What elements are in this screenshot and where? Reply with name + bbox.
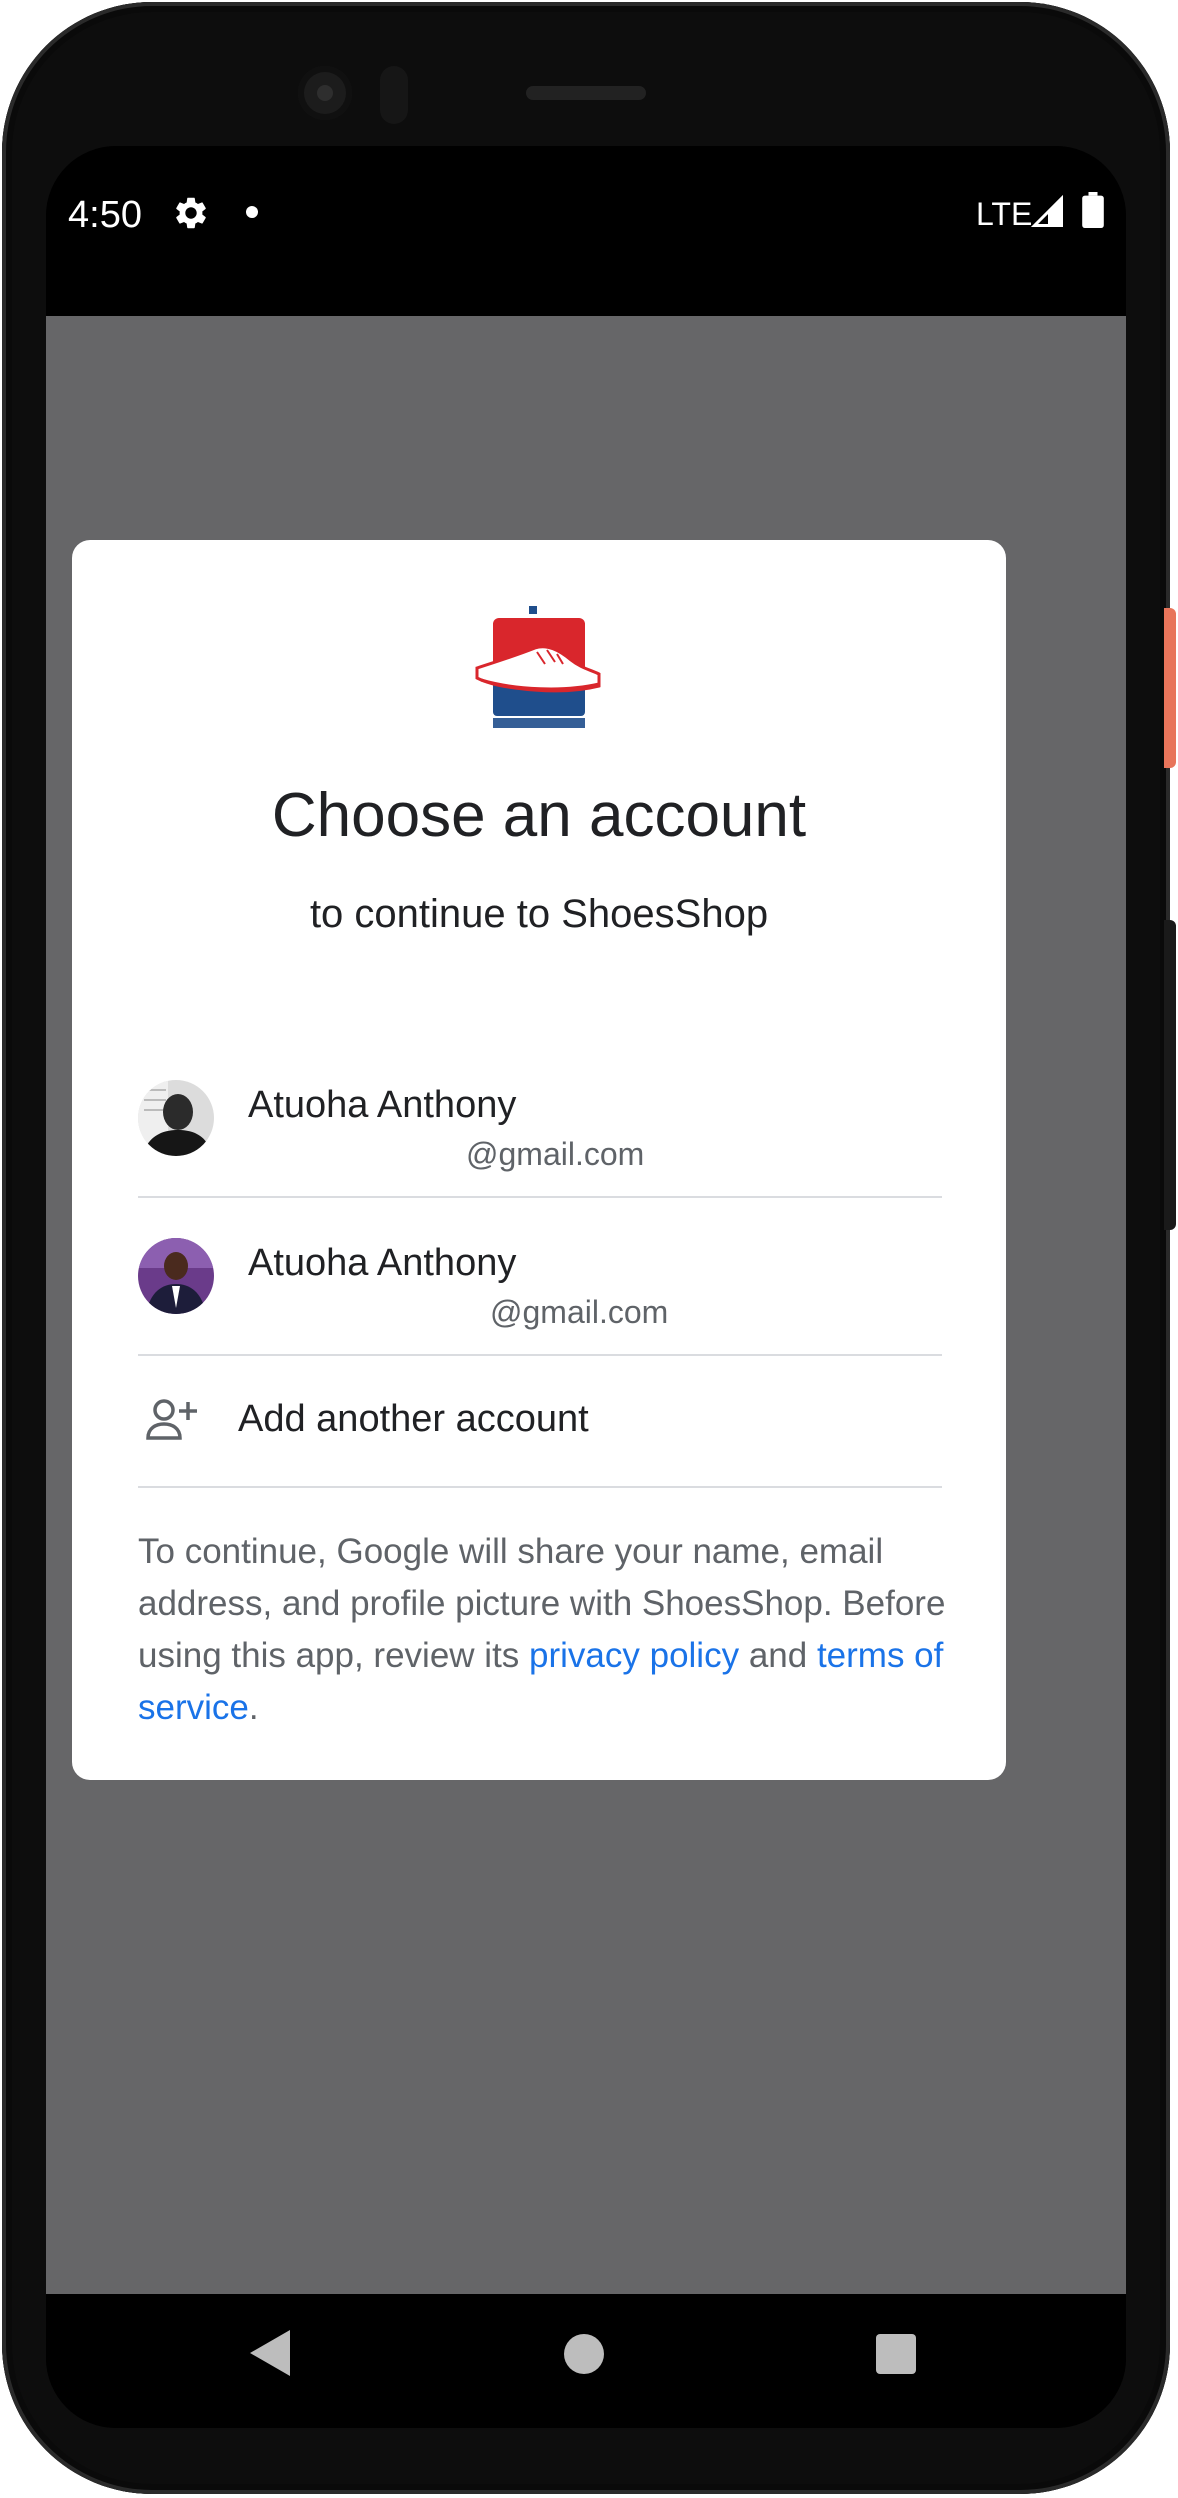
consent-text-end: . [248, 1688, 259, 1727]
navigation-bar [46, 2294, 1126, 2428]
shoesshop-logo [475, 606, 601, 728]
privacy-policy-link[interactable]: privacy policy [529, 1636, 739, 1675]
network-type: LTE [976, 196, 1033, 232]
add-account-label: Add another account [238, 1398, 589, 1440]
settings-icon [176, 197, 206, 229]
avatar [138, 1238, 214, 1314]
proximity-sensor [380, 66, 408, 124]
account-name: Atuoha Anthony [248, 1084, 517, 1126]
status-bar: 4:50 LTE [46, 146, 1126, 316]
power-button [1164, 608, 1176, 768]
account-name: Atuoha Anthony [248, 1242, 517, 1284]
dialog-subtitle: to continue to ShoesShop [309, 892, 769, 936]
divider [138, 1486, 942, 1488]
volume-button [1164, 920, 1176, 1230]
dialog-title: Choose an account [271, 781, 807, 850]
notification-dot-icon [246, 206, 258, 218]
earpiece-speaker [526, 86, 646, 100]
account-item[interactable]: Atuoha Anthony @gmail.com [138, 1040, 942, 1198]
signal-icon [1030, 194, 1063, 227]
recents-icon[interactable] [876, 2334, 916, 2374]
battery-icon [1082, 192, 1104, 228]
account-item[interactable]: Atuoha Anthony @gmail.com [138, 1198, 942, 1356]
consent-text-and: and [739, 1636, 817, 1675]
avatar [138, 1080, 214, 1156]
account-email: @gmail.com [490, 1294, 669, 1330]
device-frame: 4:50 LTE Choose an account to continue t… [0, 0, 1178, 2498]
add-another-account-button[interactable]: Add another account [138, 1356, 942, 1486]
account-email: @gmail.com [466, 1136, 645, 1172]
front-camera [298, 66, 352, 120]
back-icon[interactable] [250, 2330, 290, 2376]
add-person-icon [146, 1399, 197, 1440]
consent-text: To continue, Google will share your name… [138, 1526, 948, 1734]
account-chooser-dialog: Choose an account to continue to ShoesSh… [72, 540, 1006, 1780]
status-time: 4:50 [68, 194, 142, 236]
home-icon[interactable] [564, 2334, 604, 2374]
